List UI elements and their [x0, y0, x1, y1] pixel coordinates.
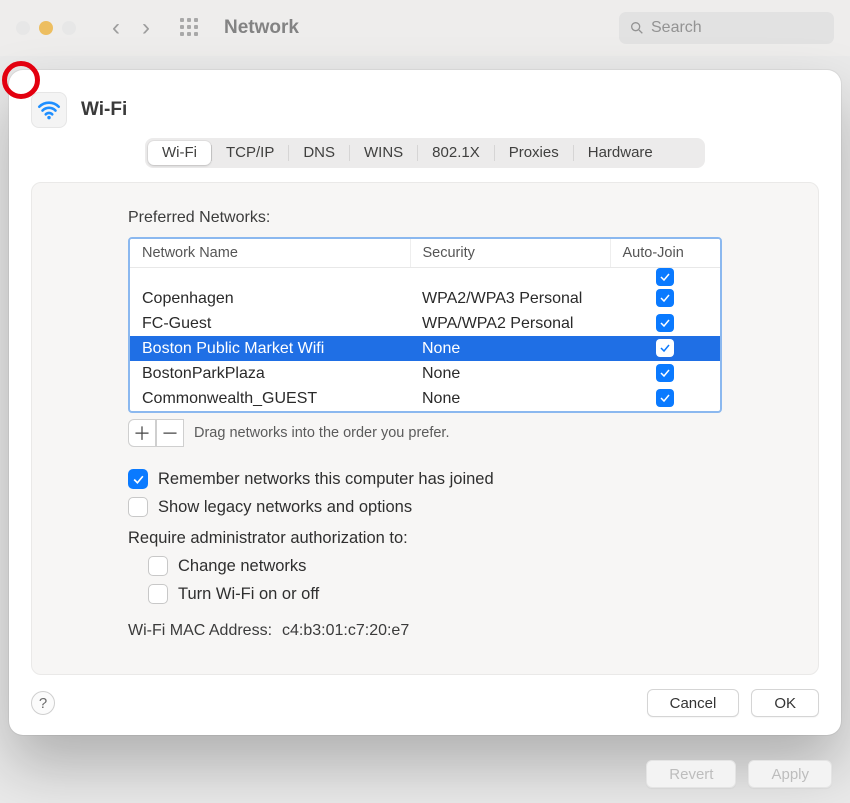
network-name: FC-Guest — [130, 311, 410, 336]
sheet-title: Wi-Fi — [81, 99, 127, 121]
remove-network-button[interactable]: － — [156, 419, 184, 447]
turn-wifi-label: Turn Wi-Fi on or off — [178, 585, 319, 604]
forward-button[interactable]: › — [136, 18, 156, 38]
network-row[interactable]: Commonwealth_GUESTNone — [130, 386, 720, 411]
mac-value: c4:b3:01:c7:20:e7 — [282, 622, 409, 640]
tab-proxies[interactable]: Proxies — [495, 141, 573, 165]
network-security: WPA2/WPA3 Personal — [410, 286, 610, 311]
network-row[interactable]: BostonParkPlazaNone — [130, 361, 720, 386]
network-row[interactable]: FC-GuestWPA/WPA2 Personal — [130, 311, 720, 336]
ok-button[interactable]: OK — [751, 689, 819, 717]
options-group: Remember networks this computer has join… — [128, 469, 722, 604]
search-field[interactable]: Search — [619, 12, 834, 44]
drag-hint: Drag networks into the order you prefer. — [194, 425, 450, 441]
col-network-name[interactable]: Network Name — [130, 239, 410, 268]
preferred-networks-table[interactable]: Network Name Security Auto-Join Copenhag… — [128, 237, 722, 413]
col-autojoin[interactable]: Auto-Join — [610, 239, 720, 268]
network-security: WPA/WPA2 Personal — [410, 311, 610, 336]
help-button[interactable]: ? — [31, 691, 55, 715]
wifi-panel: Preferred Networks: Network Name Securit… — [31, 182, 819, 675]
wifi-icon — [31, 92, 67, 128]
network-name: Commonwealth_GUEST — [130, 386, 410, 411]
tab-wins[interactable]: WINS — [350, 141, 417, 165]
close-window-icon[interactable] — [16, 21, 30, 35]
window-footer: Revert Apply — [0, 745, 850, 803]
network-autojoin[interactable] — [610, 361, 720, 386]
window-title: Network — [224, 17, 299, 39]
admin-auth-label: Require administrator authorization to: — [128, 529, 722, 548]
col-security[interactable]: Security — [410, 239, 610, 268]
search-icon — [629, 20, 645, 36]
plus-icon: ＋ — [133, 420, 151, 446]
search-placeholder: Search — [651, 19, 702, 37]
revert-button[interactable]: Revert — [646, 760, 736, 788]
remember-checkbox[interactable] — [128, 469, 148, 489]
all-prefs-icon[interactable] — [180, 18, 200, 38]
add-network-button[interactable]: ＋ — [128, 419, 156, 447]
window-toolbar: ‹ › Network Search — [0, 0, 850, 56]
network-row[interactable]: Boston Public Market WifiNone — [130, 336, 720, 361]
sheet-header: Wi-Fi — [31, 92, 819, 128]
table-actions: ＋ － Drag networks into the order you pre… — [128, 419, 722, 447]
tab-dns[interactable]: DNS — [289, 141, 349, 165]
wifi-advanced-sheet: Wi-Fi Wi-FiTCP/IPDNSWINS802.1XProxiesHar… — [9, 70, 841, 735]
network-name: Copenhagen — [130, 286, 410, 311]
network-name: Boston Public Market Wifi — [130, 336, 410, 361]
cancel-button[interactable]: Cancel — [647, 689, 740, 717]
traffic-lights — [16, 21, 76, 35]
mac-address-row: Wi-Fi MAC Address: c4:b3:01:c7:20:e7 — [128, 622, 722, 640]
preferred-networks-label: Preferred Networks: — [128, 209, 722, 227]
turn-wifi-checkbox[interactable] — [148, 584, 168, 604]
change-networks-label: Change networks — [178, 557, 306, 576]
back-button[interactable]: ‹ — [106, 18, 126, 38]
legacy-label: Show legacy networks and options — [158, 498, 412, 517]
tab-tcp-ip[interactable]: TCP/IP — [212, 141, 288, 165]
mac-label: Wi-Fi MAC Address: — [128, 622, 272, 640]
zoom-window-icon[interactable] — [62, 21, 76, 35]
turn-wifi-option[interactable]: Turn Wi-Fi on or off — [148, 584, 722, 604]
network-autojoin[interactable] — [610, 386, 720, 411]
network-name: BostonParkPlaza — [130, 361, 410, 386]
network-security: None — [410, 336, 610, 361]
tab-802-1x[interactable]: 802.1X — [418, 141, 494, 165]
change-networks-checkbox[interactable] — [148, 556, 168, 576]
minus-icon: － — [161, 420, 179, 446]
minimize-window-icon[interactable] — [39, 21, 53, 35]
network-security: None — [410, 361, 610, 386]
tab-bar: Wi-FiTCP/IPDNSWINS802.1XProxiesHardware — [145, 138, 705, 168]
network-autojoin[interactable] — [610, 336, 720, 361]
change-networks-option[interactable]: Change networks — [148, 556, 722, 576]
tab-hardware[interactable]: Hardware — [574, 141, 667, 165]
legacy-checkbox[interactable] — [128, 497, 148, 517]
tab-wi-fi[interactable]: Wi-Fi — [148, 141, 211, 165]
remember-networks-option[interactable]: Remember networks this computer has join… — [128, 469, 722, 489]
network-security: None — [410, 386, 610, 411]
network-autojoin[interactable] — [610, 286, 720, 311]
apply-button[interactable]: Apply — [748, 760, 832, 788]
legacy-networks-option[interactable]: Show legacy networks and options — [128, 497, 722, 517]
network-autojoin[interactable] — [610, 311, 720, 336]
network-row[interactable]: CopenhagenWPA2/WPA3 Personal — [130, 286, 720, 311]
sheet-footer: ? Cancel OK — [31, 689, 819, 717]
remember-label: Remember networks this computer has join… — [158, 470, 494, 489]
